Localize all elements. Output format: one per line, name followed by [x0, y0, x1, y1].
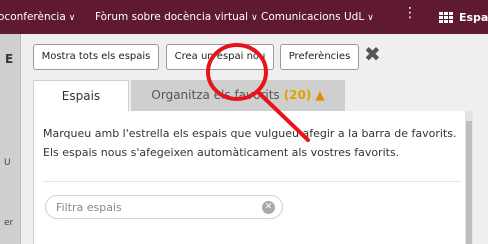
intro-line: Marqueu amb l'estrella els espais que vu… [43, 127, 457, 140]
nav-item-comunicacions[interactable]: Comunicacions UdL ∨ [261, 11, 374, 23]
tab-spaces[interactable]: Espais [33, 80, 129, 111]
chevron-down-icon: ∨ [251, 13, 258, 23]
background-text: U [4, 158, 11, 168]
background-text: er [4, 218, 14, 228]
preferences-button[interactable]: Preferències [280, 44, 359, 70]
scrollbar-thumb[interactable] [466, 121, 472, 244]
spaces-tab-content: Marqueu amb l'estrella els espais que vu… [33, 111, 466, 244]
chevron-down-icon: ∨ [367, 13, 374, 23]
close-icon[interactable]: ✖ [364, 44, 381, 64]
background-text: E [5, 52, 14, 66]
divider [43, 181, 461, 182]
favorites-count-badge: (20) [283, 88, 312, 102]
scrollbar[interactable] [465, 111, 473, 244]
nav-item-videoconferencia[interactable]: oconferència ∨ [0, 11, 75, 23]
intro-line: Els espais nous s'afegeixen automàticame… [43, 146, 400, 159]
tab-organize-favorites[interactable]: Organitza els favorits (20) ▲ [131, 80, 345, 111]
filter-spaces-field: ✕ [45, 195, 283, 219]
chevron-down-icon: ∨ [68, 13, 76, 23]
tab-label: Espais [61, 89, 101, 103]
more-vertical-icon[interactable]: ⋮ [403, 6, 417, 20]
clear-icon[interactable]: ✕ [262, 201, 275, 214]
warning-icon: ▲ [315, 88, 325, 102]
grid-icon[interactable] [439, 12, 454, 24]
create-space-button[interactable]: Crea un espai nou [166, 44, 274, 70]
top-navigation-bar: oconferència ∨ Fòrum sobre docència virtu… [0, 0, 488, 34]
intro-text: Marqueu amb l'estrella els espais que vu… [43, 124, 463, 162]
show-all-spaces-button[interactable]: Mostra tots els espais [33, 44, 159, 70]
spaces-menu-label[interactable]: Espa [459, 11, 488, 24]
tab-label: Organitza els favorits [151, 88, 280, 102]
filter-spaces-input[interactable] [56, 199, 246, 215]
nav-item-forum[interactable]: Fòrum sobre docència virtual ∨ [95, 11, 258, 23]
spaces-panel: Mostra tots els espais Crea un espai nou… [20, 34, 488, 244]
